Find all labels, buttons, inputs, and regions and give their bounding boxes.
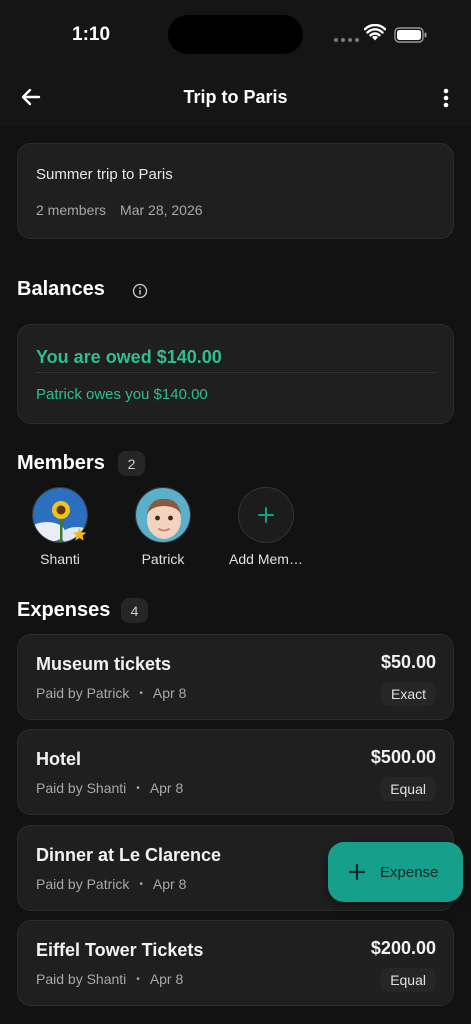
expense-split-badge: Exact <box>380 682 436 706</box>
add-member-label: Add Mem… <box>229 551 303 567</box>
expense-meta: Paid by Shanti • Apr 8 <box>36 780 183 796</box>
expense-paid-by: Paid by Shanti <box>36 971 127 987</box>
expense-date: Apr 8 <box>152 685 187 701</box>
add-member-button[interactable]: Add Mem… <box>216 487 316 567</box>
expense-meta: Paid by Patrick • Apr 8 <box>36 685 186 701</box>
status-time: 1:10 <box>72 24 111 45</box>
more-vert-icon[interactable] <box>436 84 456 112</box>
cellular-signal-icon <box>334 38 359 42</box>
expense-split-badge: Equal <box>380 777 436 801</box>
member-name: Shanti <box>40 551 80 567</box>
meta-separator: • <box>136 782 140 794</box>
expense-split-badge: Equal <box>380 968 436 992</box>
members-count-text: 2 members <box>36 202 107 218</box>
meta-separator: • <box>139 687 143 699</box>
balance-card[interactable]: You are owed $140.00 Patrick owes you $1… <box>17 324 454 424</box>
add-expense-label: Expense <box>380 863 439 881</box>
baby-photo <box>136 488 190 542</box>
divider <box>36 372 437 373</box>
trip-date: Mar 28, 2026 <box>120 202 203 218</box>
expense-amount: $500.00 <box>370 747 436 767</box>
expense-date: Apr 8 <box>152 876 187 892</box>
wifi-icon <box>364 24 386 41</box>
plus-icon <box>348 863 366 881</box>
plus-icon <box>258 507 274 523</box>
expense-card[interactable]: Museum tickets Paid by Patrick • Apr 8 $… <box>17 634 454 720</box>
meta-separator: • <box>136 973 140 985</box>
dynamic-island <box>168 15 303 54</box>
expenses-count-badge: 4 <box>121 598 148 623</box>
avatar <box>135 487 191 543</box>
expense-card[interactable]: Eiffel Tower Tickets Paid by Shanti • Ap… <box>17 920 454 1006</box>
member-patrick[interactable]: Patrick <box>113 487 213 567</box>
trip-info-card: Summer trip to Paris 2 members Mar 28, 2… <box>17 143 454 239</box>
balance-summary: You are owed $140.00 <box>36 347 222 367</box>
expense-title: Eiffel Tower Tickets <box>36 940 204 960</box>
member-shanti[interactable]: Shanti <box>10 487 110 567</box>
balances-title: Balances <box>17 278 105 300</box>
avatar <box>32 487 88 543</box>
expense-meta: Paid by Patrick • Apr 8 <box>36 876 186 892</box>
expense-meta: Paid by Shanti • Apr 8 <box>36 971 183 987</box>
expense-title: Museum tickets <box>36 654 172 674</box>
expense-date: Apr 8 <box>149 971 184 987</box>
expense-title: Dinner at Le Clarence <box>36 845 222 865</box>
trip-meta: 2 members Mar 28, 2026 <box>36 202 203 218</box>
trip-description: Summer trip to Paris <box>36 166 173 183</box>
balance-detail: Patrick owes you $140.00 <box>36 386 208 403</box>
expense-paid-by: Paid by Shanti <box>36 780 127 796</box>
add-member-avatar <box>238 487 294 543</box>
member-name: Patrick <box>141 551 185 567</box>
battery-icon <box>394 27 427 43</box>
status-bar: 1:10 <box>0 0 471 70</box>
meta-separator: • <box>139 878 143 890</box>
expense-paid-by: Paid by Patrick <box>36 876 130 892</box>
expense-paid-by: Paid by Patrick <box>36 685 130 701</box>
page-title: Trip to Paris <box>183 87 288 107</box>
members-count-badge: 2 <box>118 451 145 476</box>
expense-amount: $50.00 <box>380 652 436 672</box>
app-bar: Trip to Paris <box>0 70 471 126</box>
info-icon[interactable] <box>132 283 148 299</box>
expense-card[interactable]: Hotel Paid by Shanti • Apr 8 $500.00 Equ… <box>17 729 454 815</box>
expense-amount: $200.00 <box>370 938 436 958</box>
expenses-title: Expenses <box>17 599 111 621</box>
members-title: Members <box>17 452 105 474</box>
add-expense-button[interactable]: Expense <box>328 842 463 902</box>
owner-star-icon <box>72 527 87 541</box>
expense-title: Hotel <box>36 749 81 769</box>
expense-date: Apr 8 <box>149 780 184 796</box>
